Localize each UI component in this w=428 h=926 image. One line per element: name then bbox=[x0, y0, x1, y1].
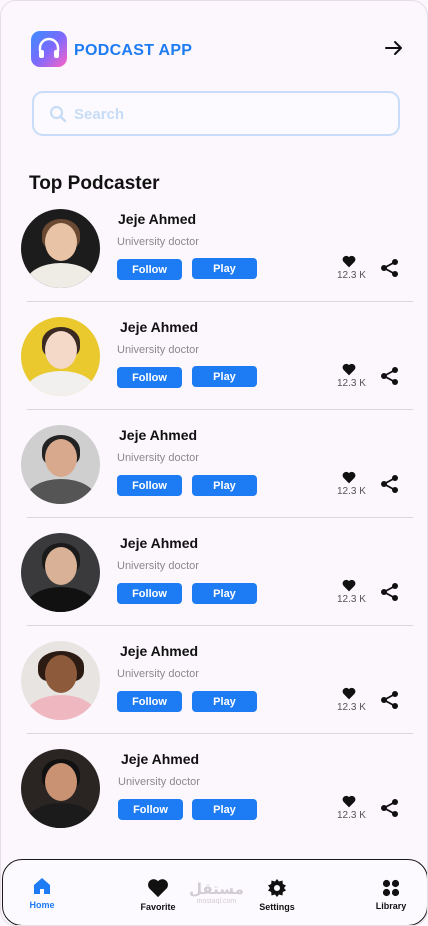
headphones-icon bbox=[38, 37, 60, 58]
play-button[interactable]: Play bbox=[192, 475, 257, 496]
follow-button[interactable]: Follow bbox=[117, 367, 182, 388]
nav-settings[interactable]: Settings bbox=[242, 878, 312, 912]
podcaster-name: Jeje Ahmed bbox=[120, 319, 199, 335]
podcaster-role: University doctor bbox=[117, 560, 199, 572]
follow-button[interactable]: Follow bbox=[117, 475, 182, 496]
heart-icon[interactable] bbox=[342, 579, 356, 592]
search-icon bbox=[49, 105, 67, 123]
follow-button[interactable]: Follow bbox=[118, 799, 183, 820]
play-button[interactable]: Play bbox=[192, 799, 257, 820]
heart-icon[interactable] bbox=[342, 471, 356, 484]
heart-icon[interactable] bbox=[342, 687, 356, 700]
section-title: Top Podcaster bbox=[29, 173, 160, 194]
grid-icon bbox=[382, 879, 400, 897]
search-bar bbox=[32, 91, 400, 136]
search-input[interactable] bbox=[74, 103, 384, 125]
share-icon[interactable] bbox=[380, 366, 400, 386]
heart-icon[interactable] bbox=[342, 795, 356, 808]
likes-count: 12.3 K bbox=[337, 594, 366, 605]
podcaster-role: University doctor bbox=[117, 668, 199, 680]
podcaster-role: University doctor bbox=[117, 344, 199, 356]
likes-count: 12.3 K bbox=[337, 810, 366, 821]
share-icon[interactable] bbox=[380, 798, 400, 818]
gear-icon bbox=[268, 879, 286, 897]
podcaster-row: Jeje Ahmed University doctor Follow Play… bbox=[1, 205, 427, 313]
nav-label: Library bbox=[375, 901, 407, 911]
avatar bbox=[21, 425, 100, 504]
podcaster-role: University doctor bbox=[117, 452, 199, 464]
podcaster-role: University doctor bbox=[118, 776, 200, 788]
heart-icon[interactable] bbox=[342, 363, 356, 376]
podcaster-row: Jeje Ahmed University doctor Follow Play… bbox=[1, 637, 427, 745]
avatar bbox=[21, 317, 100, 396]
follow-button[interactable]: Follow bbox=[117, 691, 182, 712]
follow-button[interactable]: Follow bbox=[117, 583, 182, 604]
share-icon[interactable] bbox=[380, 258, 400, 278]
play-button[interactable]: Play bbox=[192, 366, 257, 387]
podcaster-name: Jeje Ahmed bbox=[121, 751, 200, 767]
home-icon bbox=[34, 878, 50, 894]
podcaster-row: Jeje Ahmed University doctor Follow Play… bbox=[1, 529, 427, 637]
avatar bbox=[21, 209, 100, 288]
podcaster-name: Jeje Ahmed bbox=[120, 643, 199, 659]
avatar bbox=[21, 641, 100, 720]
heart-icon bbox=[148, 879, 168, 898]
nav-favorite[interactable]: Favorite bbox=[123, 878, 193, 912]
podcaster-name: Jeje Ahmed bbox=[119, 427, 198, 443]
podcaster-name: Jeje Ahmed bbox=[120, 535, 199, 551]
nav-library[interactable]: Library bbox=[356, 879, 426, 911]
divider bbox=[27, 301, 413, 302]
divider bbox=[27, 625, 413, 626]
app-title: PODCAST APP bbox=[74, 42, 193, 59]
divider bbox=[27, 517, 413, 518]
likes-count: 12.3 K bbox=[337, 378, 366, 389]
podcaster-row: Jeje Ahmed University doctor Follow Play… bbox=[1, 421, 427, 529]
divider bbox=[27, 733, 413, 734]
divider bbox=[27, 409, 413, 410]
play-button[interactable]: Play bbox=[192, 258, 257, 279]
play-button[interactable]: Play bbox=[192, 583, 257, 604]
nav-label: Home bbox=[29, 900, 55, 910]
app-screen: PODCAST APP Top Podcaster Jeje Ahmed Uni… bbox=[0, 0, 428, 926]
podcaster-name: Jeje Ahmed bbox=[118, 211, 197, 227]
avatar bbox=[21, 749, 100, 828]
podcaster-row: Jeje Ahmed University doctor Follow Play… bbox=[1, 313, 427, 421]
play-button[interactable]: Play bbox=[192, 691, 257, 712]
podcaster-row: Jeje Ahmed University doctor Follow Play… bbox=[1, 745, 427, 853]
likes-count: 12.3 K bbox=[337, 486, 366, 497]
heart-icon[interactable] bbox=[342, 255, 356, 268]
share-icon[interactable] bbox=[380, 582, 400, 602]
likes-count: 12.3 K bbox=[337, 270, 366, 281]
nav-label: Settings bbox=[259, 902, 295, 912]
arrow-right-icon[interactable] bbox=[385, 39, 403, 57]
likes-count: 12.3 K bbox=[337, 702, 366, 713]
app-logo bbox=[31, 31, 67, 67]
share-icon[interactable] bbox=[380, 474, 400, 494]
follow-button[interactable]: Follow bbox=[117, 259, 182, 280]
nav-home[interactable]: Home bbox=[7, 876, 77, 910]
app-header: PODCAST APP bbox=[31, 31, 403, 67]
bottom-nav: Home Favorite مستقل mostaql.com Settings… bbox=[2, 859, 427, 925]
podcaster-role: University doctor bbox=[117, 236, 199, 248]
watermark: مستقل mostaql.com bbox=[189, 881, 244, 905]
avatar bbox=[21, 533, 100, 612]
share-icon[interactable] bbox=[380, 690, 400, 710]
nav-label: Favorite bbox=[140, 902, 176, 912]
